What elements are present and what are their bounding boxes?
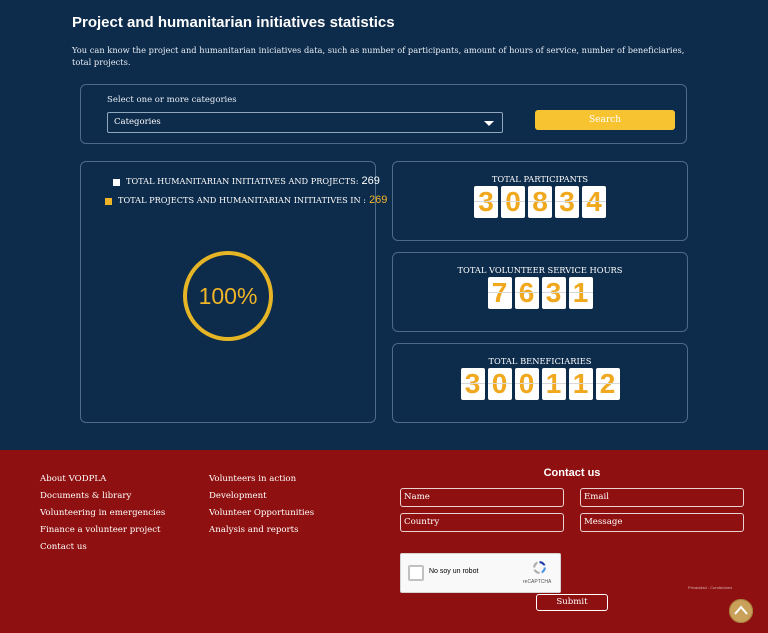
footer-link[interactable]: About VODPLA — [40, 471, 165, 488]
recaptcha-icon — [533, 561, 546, 574]
digit: 3 — [541, 277, 566, 309]
percentage-ring: 100% — [183, 251, 273, 341]
footer-links-column-2: Volunteers in action Development Volunte… — [209, 471, 314, 539]
digit: 1 — [568, 277, 593, 309]
name-field[interactable]: Name — [400, 488, 564, 507]
beneficiaries-counter: 300112 — [393, 368, 687, 400]
footer-link[interactable]: Development — [209, 488, 314, 505]
footer-link[interactable]: Volunteering in emergencies — [40, 505, 165, 522]
recaptcha-checkbox[interactable] — [408, 565, 424, 581]
dropdown-arrow-icon — [484, 121, 494, 126]
recaptcha-widget: No soy un robot reCAPTCHA — [400, 553, 561, 593]
legend-filtered-label: TOTAL PROJECTS AND HUMANITARIAN INITIATI… — [118, 195, 367, 205]
footer-link[interactable]: Finance a volunteer project — [40, 522, 165, 539]
digit: 0 — [514, 368, 539, 400]
category-filter-label: Select one or more categories — [107, 95, 237, 105]
digit: 2 — [595, 368, 620, 400]
beneficiaries-title: TOTAL BENEFICIARIES — [488, 356, 592, 366]
message-field[interactable]: Message — [580, 513, 744, 532]
legend-total-label: TOTAL HUMANITARIAN INITIATIVES AND PROJE… — [126, 176, 359, 186]
footer-link[interactable]: Volunteer Opportunities — [209, 505, 314, 522]
digit: 4 — [582, 186, 606, 218]
gold-square-icon — [105, 197, 112, 205]
submit-button[interactable]: Submit — [536, 594, 608, 611]
footer-link[interactable]: Volunteers in action — [209, 471, 314, 488]
digit: 7 — [487, 277, 512, 309]
categories-select-value: Categories — [114, 117, 161, 127]
page-description: You can know the project and humanitaria… — [72, 45, 685, 67]
white-square-icon — [113, 178, 120, 186]
volunteer-hours-counter: 7631 — [393, 277, 687, 309]
digit: 1 — [541, 368, 566, 400]
footer-link[interactable]: Documents & library — [40, 488, 165, 505]
category-filter-panel: Select one or more categories Categories… — [80, 84, 687, 144]
contact-form-title: Contact us — [543, 467, 601, 479]
recaptcha-fine-print: Privacidad - Condiciones — [688, 585, 733, 590]
legend-filtered-initiatives: TOTAL PROJECTS AND HUMANITARIAN INITIATI… — [105, 194, 387, 206]
legend-filtered-value: 269 — [369, 194, 388, 206]
volunteer-hours-title: TOTAL VOLUNTEER SERVICE HOURS — [457, 265, 623, 275]
statistics-section: Project and humanitarian initiatives sta… — [0, 0, 768, 450]
scroll-to-top-button[interactable] — [729, 599, 753, 623]
participants-card: TOTAL PARTICIPANTS 30834 — [392, 161, 688, 241]
digit: 0 — [501, 186, 525, 218]
digit: 0 — [487, 368, 512, 400]
percentage-label: 100% — [198, 283, 258, 309]
footer-link[interactable]: Analysis and reports — [209, 522, 314, 539]
search-button[interactable]: Search — [535, 110, 675, 130]
recaptcha-label: No soy un robot — [429, 568, 479, 575]
digit: 3 — [460, 368, 485, 400]
chevron-up-icon — [734, 605, 748, 615]
digit: 6 — [514, 277, 539, 309]
digit: 3 — [474, 186, 498, 218]
country-field[interactable]: Country — [400, 513, 564, 532]
digit: 8 — [528, 186, 552, 218]
footer-link[interactable]: Contact us — [40, 539, 165, 556]
digit: 1 — [568, 368, 593, 400]
footer-links-column-1: About VODPLA Documents & library Volunte… — [40, 471, 165, 556]
page-title: Project and humanitarian initiatives sta… — [72, 14, 395, 31]
recaptcha-brand: reCAPTCHA — [523, 579, 552, 585]
categories-select[interactable]: Categories — [107, 112, 503, 133]
site-footer: About VODPLA Documents & library Volunte… — [0, 450, 768, 633]
email-field[interactable]: Email — [580, 488, 744, 507]
legend-total-value: 269 — [361, 175, 380, 187]
volunteer-hours-card: TOTAL VOLUNTEER SERVICE HOURS 7631 — [392, 252, 688, 332]
legend-total-initiatives: TOTAL HUMANITARIAN INITIATIVES AND PROJE… — [113, 175, 380, 187]
participants-counter: 30834 — [393, 186, 687, 218]
initiatives-summary-card: TOTAL HUMANITARIAN INITIATIVES AND PROJE… — [80, 161, 387, 423]
participants-title: TOTAL PARTICIPANTS — [491, 174, 589, 184]
digit: 3 — [555, 186, 579, 218]
beneficiaries-card: TOTAL BENEFICIARIES 300112 — [392, 343, 688, 423]
